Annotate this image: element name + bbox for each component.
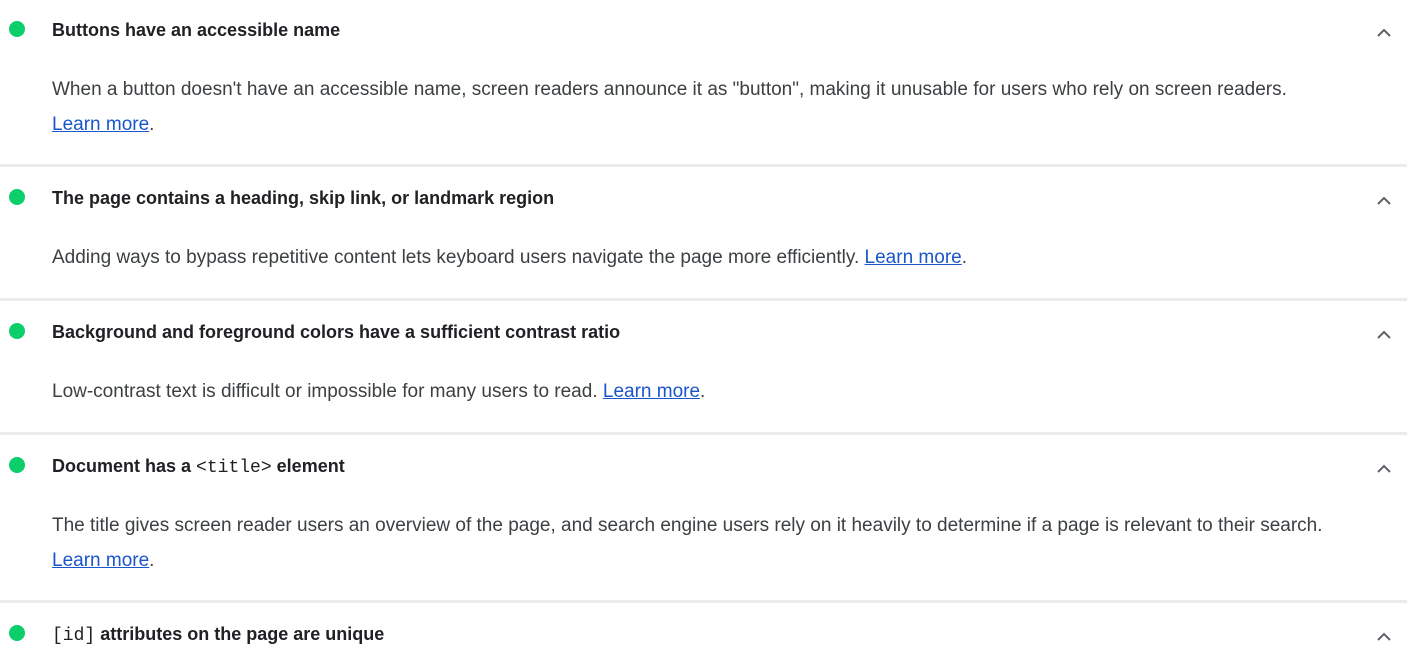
audit-description-period: . — [149, 550, 155, 571]
audit-duplicate-id: [id] attributes on the page are unique — [0, 604, 1407, 664]
chevron-up-icon[interactable] — [1376, 26, 1392, 38]
chevron-up-icon[interactable] — [1376, 630, 1392, 642]
audit-title-text: Buttons have an accessible name — [52, 20, 341, 40]
audit-description-text: When a button doesn't have an accessible… — [52, 79, 1287, 100]
audit-header[interactable]: The page contains a heading, skip link, … — [0, 168, 1407, 228]
audit-title-text: Background and foreground colors have a … — [52, 322, 621, 342]
audit-title-text: The page contains a heading, skip link, … — [52, 188, 555, 208]
learn-more-link[interactable]: Learn more — [603, 381, 700, 402]
divider — [0, 298, 1407, 301]
learn-more-link[interactable]: Learn more — [52, 550, 149, 571]
audit-title: Buttons have an accessible name — [52, 19, 340, 41]
divider — [0, 432, 1407, 435]
audit-description: When a button doesn't have an accessible… — [52, 72, 1332, 142]
audit-title: [id] attributes on the page are unique — [52, 623, 384, 647]
audit-description: Low-contrast text is difficult or imposs… — [52, 374, 1332, 409]
pass-status-icon — [9, 21, 25, 37]
audit-description-text: Adding ways to bypass repetitive content… — [52, 247, 865, 268]
audit-description-text: Low-contrast text is difficult or imposs… — [52, 381, 603, 402]
audit-header[interactable]: Buttons have an accessible name — [0, 0, 1407, 60]
audit-bypass-blocks: The page contains a heading, skip link, … — [0, 168, 1407, 268]
learn-more-link[interactable]: Learn more — [52, 114, 149, 135]
audit-description: Adding ways to bypass repetitive content… — [52, 240, 1332, 275]
audit-description: The title gives screen reader users an o… — [52, 508, 1332, 578]
audit-header[interactable]: Document has a <title> element — [0, 436, 1407, 496]
audit-title-text: attributes on the page are unique — [95, 624, 385, 644]
audit-title: The page contains a heading, skip link, … — [52, 187, 554, 209]
audit-title-code: <title> — [196, 458, 272, 478]
pass-status-icon — [9, 323, 25, 339]
audit-color-contrast: Background and foreground colors have a … — [0, 302, 1407, 402]
audit-title-code: [id] — [52, 626, 96, 646]
audit-document-title: Document has a <title> element The title… — [0, 436, 1407, 571]
pass-status-icon — [9, 189, 25, 205]
audit-title: Background and foreground colors have a … — [52, 321, 620, 343]
pass-status-icon — [9, 457, 25, 473]
audit-title-text: Document has a — [52, 456, 197, 476]
audit-buttons-accessible-name: Buttons have an accessible name When a b… — [0, 0, 1407, 135]
audit-description-period: . — [700, 381, 706, 402]
audit-title: Document has a <title> element — [52, 455, 345, 479]
divider — [0, 164, 1407, 167]
pass-status-icon — [9, 625, 25, 641]
audit-description-period: . — [149, 114, 155, 135]
audit-header[interactable]: [id] attributes on the page are unique — [0, 604, 1407, 664]
chevron-up-icon[interactable] — [1376, 328, 1392, 340]
audit-description-period: . — [961, 247, 967, 268]
chevron-up-icon[interactable] — [1376, 462, 1392, 474]
divider — [0, 600, 1407, 603]
chevron-up-icon[interactable] — [1376, 194, 1392, 206]
audit-description-text: The title gives screen reader users an o… — [52, 515, 1323, 536]
audit-header[interactable]: Background and foreground colors have a … — [0, 302, 1407, 362]
learn-more-link[interactable]: Learn more — [865, 247, 962, 268]
audit-title-text: element — [271, 456, 345, 476]
